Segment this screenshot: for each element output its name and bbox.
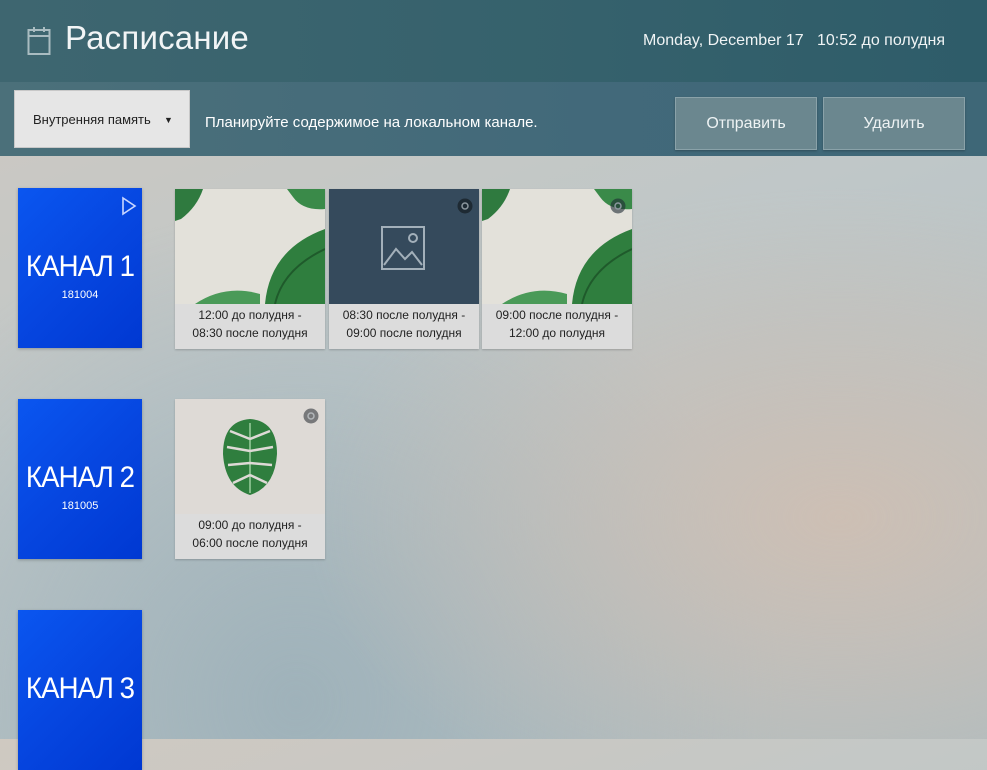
- storage-dropdown[interactable]: Внутренняя память ▼: [14, 90, 190, 148]
- end-time: 09:00 после полудня: [346, 326, 462, 340]
- send-button[interactable]: Отправить: [675, 97, 817, 150]
- channel-name: КАНАЛ 1: [25, 250, 135, 283]
- start-time: 09:00 до полудня -: [198, 518, 302, 532]
- end-time: 06:00 после полудня: [192, 536, 308, 550]
- end-time: 12:00 до полудня: [508, 326, 605, 340]
- hint-text: Планируйте содержимое на локальном канал…: [205, 114, 538, 131]
- schedule-time: 08:30 после полудня - 09:00 после полудн…: [329, 306, 479, 342]
- end-time: 08:30 после полудня: [192, 326, 308, 340]
- toolbar: Внутренняя память ▼ Планируйте содержимо…: [0, 82, 987, 156]
- channel-name: КАНАЛ 2: [25, 461, 135, 494]
- start-time: 09:00 после полудня -: [495, 308, 619, 322]
- page-title: Расписание: [65, 19, 249, 56]
- channel-tile-2[interactable]: КАНАЛ 2 181005: [18, 399, 142, 559]
- dropdown-arrow-icon: ▼: [164, 115, 173, 125]
- delete-button[interactable]: Удалить: [823, 97, 965, 150]
- storage-dropdown-value: Внутренняя память: [33, 112, 151, 127]
- start-time: 12:00 до полудня -: [198, 308, 302, 322]
- linked-content-icon: [457, 198, 473, 214]
- schedule-item[interactable]: 12:00 до полудня - 08:30 после полудня: [175, 189, 325, 349]
- calendar-icon: [27, 27, 51, 55]
- schedule-item[interactable]: 08:30 после полудня - 09:00 после полудн…: [329, 189, 479, 349]
- channel-code: 181005: [61, 500, 99, 512]
- schedule-item[interactable]: 09:00 после полудня - 12:00 до полудня: [482, 189, 632, 349]
- start-time: 08:30 после полудня -: [342, 308, 466, 322]
- current-date: Monday, December 17: [643, 32, 804, 49]
- schedule-time: 09:00 до полудня - 06:00 после полудня: [175, 516, 325, 552]
- header-bar: Расписание Monday, December 17 10:52 до …: [0, 0, 987, 82]
- play-icon[interactable]: [121, 196, 137, 216]
- linked-content-icon: [610, 198, 626, 214]
- channel-tile-1[interactable]: КАНАЛ 1 181004: [18, 188, 142, 348]
- schedule-time: 09:00 после полудня - 12:00 до полудня: [482, 306, 632, 342]
- current-time: 10:52 до полудня: [817, 32, 946, 49]
- schedule-item[interactable]: 09:00 до полудня - 06:00 после полудня: [175, 399, 325, 559]
- channel-code: 181004: [61, 289, 99, 301]
- linked-content-icon: [303, 408, 319, 424]
- channel-tile-3[interactable]: КАНАЛ 3: [18, 610, 142, 770]
- tropical-leaves-thumbnail: [175, 189, 325, 304]
- channel-name: КАНАЛ 3: [25, 672, 135, 705]
- schedule-time: 12:00 до полудня - 08:30 после полудня: [175, 306, 325, 342]
